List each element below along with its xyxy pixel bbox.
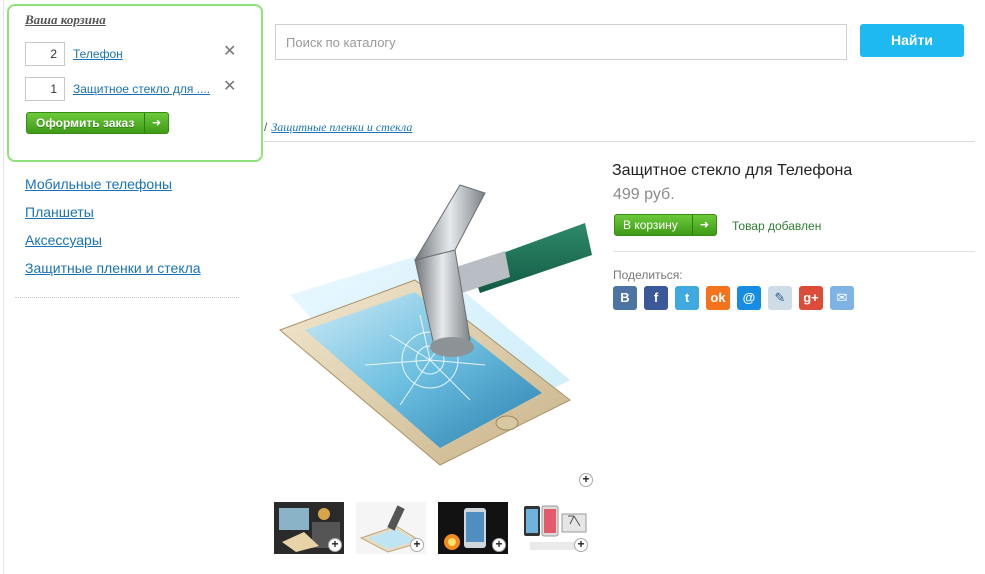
add-to-cart-label: В корзину	[623, 218, 678, 232]
category-menu: Мобильные телефоны Планшеты Аксессуары З…	[25, 176, 201, 288]
search-button[interactable]: Найти	[860, 24, 964, 57]
facebook-icon[interactable]: f	[644, 286, 668, 310]
search-box	[275, 24, 847, 60]
livejournal-icon[interactable]: ✎	[768, 286, 792, 310]
cart-item: 2 Телефон ✕	[25, 42, 245, 66]
thumbnail[interactable]: +	[356, 502, 426, 554]
breadcrumb-link[interactable]: Защитные пленки и стекла	[271, 120, 412, 134]
cart-item-qty-input[interactable]: 1	[25, 77, 65, 101]
added-status: Товар добавлен	[732, 219, 822, 233]
odnoklassniki-icon[interactable]: ok	[706, 286, 730, 310]
thumbnail[interactable]: +	[520, 502, 590, 554]
googleplus-icon[interactable]: g+	[799, 286, 823, 310]
remove-item-icon[interactable]: ✕	[223, 78, 236, 96]
divider	[264, 141, 975, 142]
cart-item: 1 Защитное стекло для .... ✕	[25, 77, 245, 101]
category-item: Планшеты	[25, 204, 201, 232]
search-input[interactable]	[276, 25, 846, 59]
thumbnail[interactable]: +	[274, 502, 344, 554]
category-link-tablets[interactable]: Планшеты	[25, 204, 94, 220]
zoom-icon[interactable]: +	[328, 538, 342, 552]
page-left-border	[3, 0, 4, 574]
product-title: Защитное стекло для Телефона	[612, 162, 853, 179]
product-main-image[interactable]	[270, 165, 600, 485]
divider	[613, 251, 975, 252]
cart-item-link[interactable]: Телефон	[73, 47, 123, 61]
category-link-accessories[interactable]: Аксессуары	[25, 232, 102, 248]
cart-title[interactable]: Ваша корзина	[25, 12, 106, 28]
share-buttons: Bf t ok @ ✎ g+ ✉	[613, 286, 854, 310]
arrow-right-icon: ➜	[692, 215, 716, 235]
vk-icon[interactable]: B	[613, 286, 637, 310]
remove-item-icon[interactable]: ✕	[223, 43, 236, 61]
cart-widget: Ваша корзина 2 Телефон ✕ 1 Защитное стек…	[7, 4, 263, 162]
twitter-icon[interactable]: t	[675, 286, 699, 310]
zoom-icon[interactable]: +	[410, 538, 424, 552]
add-to-cart-button[interactable]: В корзину ➜	[614, 214, 717, 236]
zoom-icon[interactable]: +	[574, 538, 588, 552]
cart-item-link[interactable]: Защитное стекло для ....	[73, 82, 210, 96]
arrow-right-icon: ➜	[144, 113, 168, 133]
category-link-mobile-phones[interactable]: Мобильные телефоны	[25, 176, 172, 192]
mailru-icon[interactable]: @	[737, 286, 761, 310]
checkout-button-label: Оформить заказ	[36, 116, 135, 130]
product-price: 499 руб.	[613, 186, 675, 203]
thumbnail[interactable]: +	[438, 502, 508, 554]
category-item: Мобильные телефоны	[25, 176, 201, 204]
category-item: Защитные пленки и стекла	[25, 260, 201, 288]
category-item: Аксессуары	[25, 232, 201, 260]
breadcrumb: / Защитные пленки и стекла	[264, 120, 412, 135]
breadcrumb-separator: /	[264, 120, 268, 134]
share-label: Поделиться:	[613, 268, 683, 282]
sidebar-divider	[15, 297, 239, 298]
email-icon[interactable]: ✉	[830, 286, 854, 310]
zoom-icon[interactable]: +	[579, 473, 593, 487]
checkout-button[interactable]: Оформить заказ ➜	[26, 112, 169, 134]
category-link-screen-protectors[interactable]: Защитные пленки и стекла	[25, 260, 201, 276]
product-photo	[279, 184, 592, 466]
zoom-icon[interactable]: +	[492, 538, 506, 552]
cart-item-qty-input[interactable]: 2	[25, 42, 65, 66]
